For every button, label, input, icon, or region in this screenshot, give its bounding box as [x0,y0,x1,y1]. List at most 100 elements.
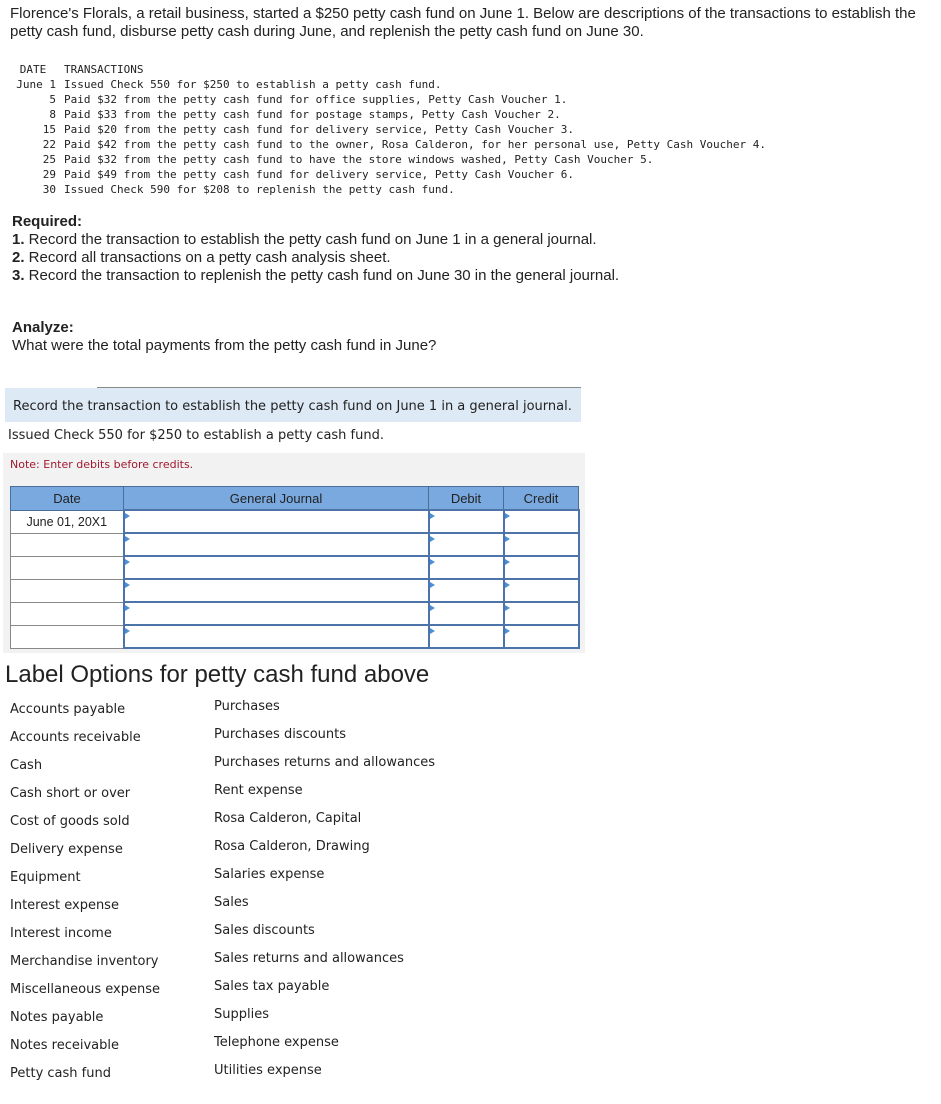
transaction-date: 15 [42,123,56,136]
transaction-date: 22 [42,138,56,151]
required-item: Record the transaction to establish the … [24,231,597,248]
label-option: Rent expense [214,783,303,798]
problem-intro: Florence's Florals, a retail business, s… [10,5,916,40]
date-cell[interactable] [10,624,124,649]
journal-row [10,601,580,626]
transaction-row: 22 Paid $42 from the petty cash fund to t… [10,137,766,152]
note: Note: Enter debits before credits. [10,458,194,471]
label-options-right: Purchases Purchases discounts Purchases re… [214,697,435,1089]
label-option: Purchases returns and allowances [214,755,436,770]
transaction-text: Paid $42 from the petty cash fund to the… [64,138,766,151]
debit-input[interactable] [427,532,505,557]
transaction-row: 15 Paid $20 from the petty cash fund for … [10,122,766,137]
label-option: Rosa Calderon, Capital [214,811,362,826]
account-input[interactable] [122,578,430,603]
transactions-table: DATE TRANSACTIONS June 1 Issued Check 550 … [10,62,766,197]
credit-input[interactable] [502,578,580,603]
account-input[interactable] [122,624,430,649]
label-option: Sales [214,895,249,910]
debit-input[interactable] [427,601,505,626]
transaction-row: 5 Paid $32 from the petty cash fund for o… [10,92,766,107]
label-option: Cost of goods sold [10,814,130,829]
general-journal-column-header: General Journal [123,486,429,511]
transaction-row: 8 Paid $33 from the petty cash fund for p… [10,107,766,122]
debit-input[interactable] [427,555,505,580]
label-option: Notes receivable [10,1038,120,1053]
journal-row [10,555,580,580]
label-option: Purchases [214,699,280,714]
label-option: Merchandise inventory [10,954,159,969]
credit-input[interactable] [502,624,580,649]
account-input[interactable] [122,555,430,580]
transaction-date: 25 [42,153,56,166]
credit-input[interactable] [502,509,580,534]
transaction-text: Paid $32 from the petty cash fund to hav… [64,153,654,166]
transaction-text: Paid $20 from the petty cash fund for de… [64,123,574,136]
date-cell[interactable] [10,601,124,626]
analyze-title: Analyze: [12,319,74,336]
transaction-text: Paid $49 from the petty cash fund for de… [64,168,574,181]
journal-row [10,532,580,557]
journal-row [10,624,580,649]
label-option: Cash [10,758,43,773]
transaction-row: 30 Issued Check 590 for $208 to replenish… [10,182,766,197]
date-cell[interactable] [10,555,124,580]
label-option: Utilities expense [214,1063,322,1078]
label-option: Petty cash fund [10,1066,111,1081]
task-description: Issued Check 550 for $250 to establish a… [8,428,384,443]
transaction-row: 29 Paid $49 from the petty cash fund for … [10,167,766,182]
transaction-text: Paid $33 from the petty cash fund for po… [64,108,561,121]
credit-column-header: Credit [503,486,579,511]
label-option: Interest income [10,926,112,941]
credit-input[interactable] [502,601,580,626]
label-option: Supplies [214,1007,269,1022]
label-option: Telephone expense [214,1035,339,1050]
transaction-row: 25 Paid $32 from the petty cash fund to h… [10,152,766,167]
label-option: Sales discounts [214,923,315,938]
date-cell[interactable] [10,532,124,557]
label-option: Rosa Calderon, Drawing [214,839,370,854]
transaction-date: 5 [49,93,56,106]
label-option: Salaries expense [214,867,325,882]
label-option: Sales returns and allowances [214,951,404,966]
credit-input[interactable] [502,532,580,557]
transaction-text: Paid $32 from the petty cash fund for of… [64,93,568,106]
required-item: Record the transaction to replenish the … [24,267,620,284]
transaction-text: Issued Check 590 for $208 to replenish t… [64,183,455,196]
transaction-date: 8 [49,108,56,121]
general-journal-table: Date General Journal Debit Credit June 0… [10,486,580,649]
transaction-text: Issued Check 550 for $250 to establish a… [64,78,442,91]
date-cell: June 01, 20X1 [10,509,124,534]
label-options-left: Accounts payable Accounts receivable Cash C… [10,700,160,1092]
date-column-header: Date [10,486,124,511]
label-option: Equipment [10,870,81,885]
label-option: Interest expense [10,898,119,913]
required-section: Required: 1. Record the transaction to e… [12,213,620,284]
account-input[interactable] [122,532,430,557]
debit-input[interactable] [427,624,505,649]
transaction-date: 30 [42,183,56,196]
date-cell[interactable] [10,578,124,603]
debit-input[interactable] [427,509,505,534]
analyze-section: Analyze: What were the total payments fr… [12,319,436,355]
debit-column-header: Debit [428,486,504,511]
account-input[interactable] [122,509,430,534]
transaction-date: 29 [42,168,56,181]
label-option: Cash short or over [10,786,131,801]
required-item: Record all transactions on a petty cash … [24,249,391,266]
required-title: Required: [12,213,83,230]
date-header: DATE [19,63,47,76]
debit-input[interactable] [427,578,505,603]
journal-row [10,578,580,603]
label-option: Sales tax payable [214,979,330,994]
label-options-title: Label Options for petty cash fund above [5,661,430,688]
task-instruction: Record the transaction to establish the … [5,388,581,422]
transaction-date: June 1 [16,78,56,91]
transaction-row: June 1 Issued Check 550 for $250 to estab… [10,77,766,92]
label-option: Notes payable [10,1010,104,1025]
transactions-header: TRANSACTIONS [64,63,144,76]
account-input[interactable] [122,601,430,626]
label-option: Accounts receivable [10,730,141,745]
label-option: Accounts payable [10,702,126,717]
credit-input[interactable] [502,555,580,580]
